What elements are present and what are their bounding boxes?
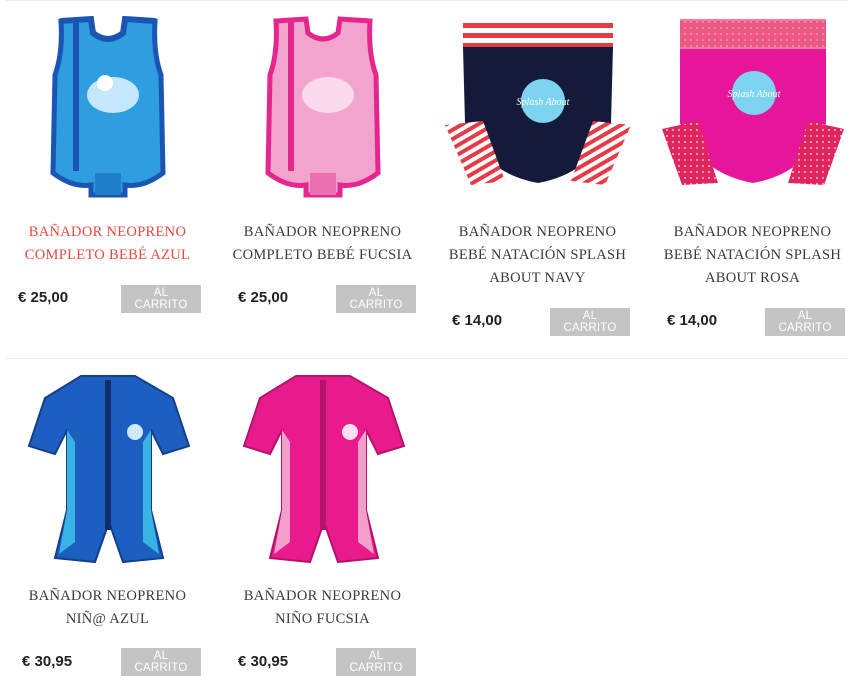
baby-wetsuit-icon	[49, 15, 166, 198]
product-title-line[interactable]: BAÑADOR NEOPRENO	[0, 221, 215, 244]
add-to-cart-button[interactable]: AL CARRITO	[765, 308, 845, 336]
swim-nappy-icon: Splash About	[444, 19, 631, 185]
product-title-line[interactable]: BEBÉ NATACIÓN SPLASH	[430, 244, 645, 267]
swim-nappy-icon: Splash About	[661, 19, 844, 185]
product-title[interactable]: BAÑADOR NEOPRENO COMPLETO BEBÉ AZUL	[0, 221, 215, 267]
product-image[interactable]: Splash About	[645, 8, 854, 203]
product-title-line[interactable]: COMPLETO BEBÉ AZUL	[0, 244, 215, 267]
product-title-line[interactable]: BEBÉ NATACIÓN SPLASH	[645, 244, 854, 267]
product-image[interactable]: Splash About	[430, 8, 645, 203]
product-title[interactable]: BAÑADOR NEOPRENO NIÑ@ AZUL	[0, 585, 215, 631]
shorty-wetsuit-icon	[27, 375, 190, 564]
product-title-line[interactable]: ABOUT ROSA	[645, 267, 854, 290]
product-title-line[interactable]: BAÑADOR NEOPRENO	[215, 585, 430, 608]
baby-wetsuit-icon	[264, 16, 381, 198]
product-image[interactable]	[0, 372, 215, 567]
product-title[interactable]: BAÑADOR NEOPRENO NIÑO FUCSIA	[215, 585, 430, 631]
add-to-cart-button[interactable]: AL CARRITO	[121, 285, 201, 313]
product-title-line[interactable]: ABOUT NAVY	[430, 267, 645, 290]
product-image[interactable]	[215, 8, 430, 203]
product-price: € 30,95	[238, 653, 289, 670]
product-image[interactable]	[0, 8, 215, 203]
product-title-line[interactable]: BAÑADOR NEOPRENO	[215, 221, 430, 244]
shorty-wetsuit-icon	[242, 375, 405, 564]
row-divider	[6, 358, 848, 359]
product-title-line[interactable]: BAÑADOR NEOPRENO	[645, 221, 854, 244]
logo-text: Splash About	[727, 89, 780, 100]
add-to-cart-button[interactable]: AL CARRITO	[336, 285, 416, 313]
top-divider	[6, 0, 848, 1]
add-to-cart-button[interactable]: AL CARRITO	[121, 648, 201, 676]
add-to-cart-button[interactable]: AL CARRITO	[336, 648, 416, 676]
product-price: € 14,00	[667, 312, 718, 329]
product-image[interactable]	[215, 372, 430, 567]
product-title[interactable]: BAÑADOR NEOPRENO BEBÉ NATACIÓN SPLASH AB…	[430, 221, 645, 290]
product-title-line[interactable]: NIÑ@ AZUL	[0, 608, 215, 631]
product-title-line[interactable]: BAÑADOR NEOPRENO	[0, 585, 215, 608]
product-title-line[interactable]: NIÑO FUCSIA	[215, 608, 430, 631]
product-price: € 30,95	[22, 653, 73, 670]
add-to-cart-button[interactable]: AL CARRITO	[550, 308, 630, 336]
product-title-line[interactable]: COMPLETO BEBÉ FUCSIA	[215, 244, 430, 267]
product-price: € 14,00	[452, 312, 503, 329]
product-title[interactable]: BAÑADOR NEOPRENO COMPLETO BEBÉ FUCSIA	[215, 221, 430, 267]
product-price: € 25,00	[18, 289, 69, 306]
product-title-line[interactable]: BAÑADOR NEOPRENO	[430, 221, 645, 244]
product-title[interactable]: BAÑADOR NEOPRENO BEBÉ NATACIÓN SPLASH AB…	[645, 221, 854, 290]
product-price: € 25,00	[238, 289, 289, 306]
logo-text: Splash About	[516, 97, 569, 108]
